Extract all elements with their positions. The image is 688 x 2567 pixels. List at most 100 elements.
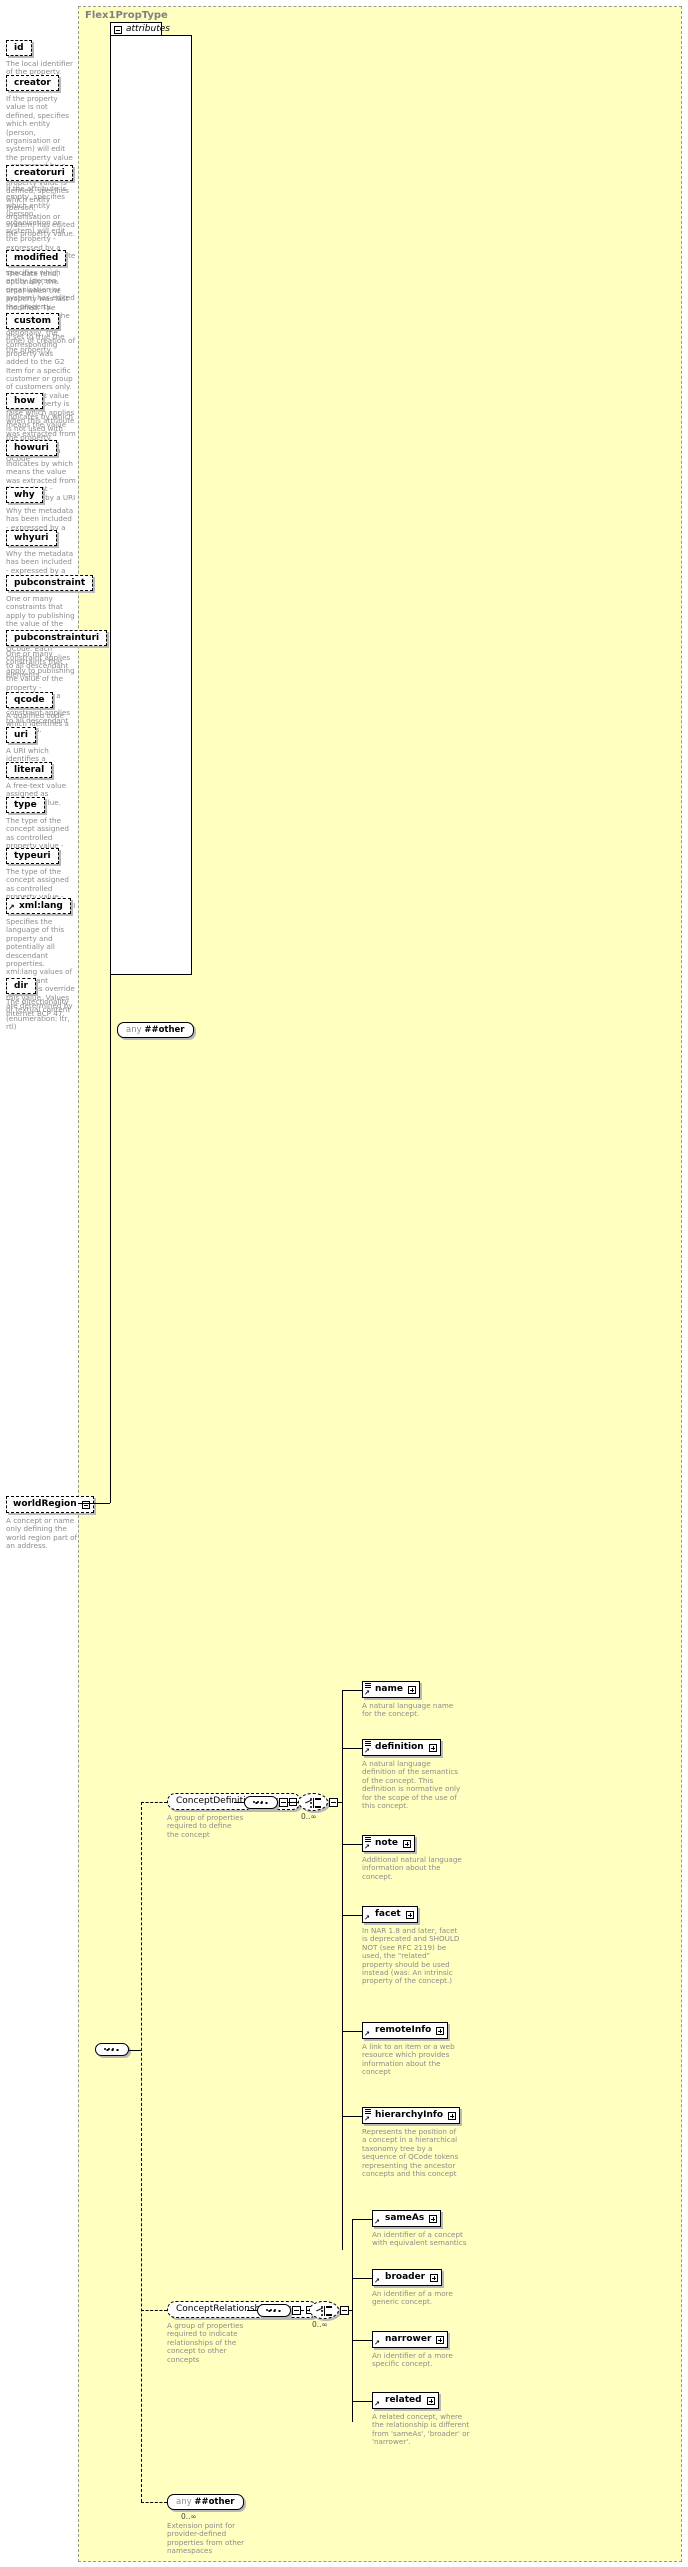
expand-icon[interactable] bbox=[430, 2273, 439, 2282]
connector-cdg-hierarchyinfo bbox=[342, 2116, 362, 2117]
toggle-cdg-seq[interactable] bbox=[279, 1798, 288, 1807]
element-definition[interactable]: ↗ definition A natural language definiti… bbox=[362, 1739, 462, 1810]
element-broader[interactable]: ↗ broader An identifier of a more generi… bbox=[372, 2269, 472, 2307]
element-chip[interactable]: ↗ name bbox=[362, 1681, 420, 1698]
element-chip[interactable]: ↗ broader bbox=[372, 2269, 443, 2286]
attribute-chip[interactable]: typeuri bbox=[6, 848, 59, 864]
connector-cdg-branch bbox=[338, 1802, 342, 1803]
connector-cdg-choice bbox=[288, 1802, 298, 1803]
element-description: A natural language name for the concept. bbox=[362, 1701, 454, 1719]
attributes-panel bbox=[110, 35, 192, 975]
sequence-dots-icon bbox=[253, 1801, 263, 1803]
attribute-chip[interactable]: type bbox=[6, 797, 45, 813]
any-keyword: any bbox=[126, 1025, 142, 1035]
choice-glyph-icon bbox=[305, 1798, 323, 1808]
element-description: An identifier of a more specific concept… bbox=[372, 2351, 453, 2369]
element-chip[interactable]: ↗ definition bbox=[362, 1739, 441, 1756]
connector-cdg-remoteinfo bbox=[342, 2031, 362, 2032]
expand-icon[interactable] bbox=[436, 2335, 445, 2344]
collapse-icon[interactable] bbox=[114, 26, 122, 34]
attribute-chip[interactable]: creatoruri bbox=[6, 165, 73, 181]
element-narrower[interactable]: ↗ narrower An identifier of a more speci… bbox=[372, 2331, 472, 2369]
connector-cdg-definition bbox=[342, 1748, 362, 1749]
collapse-icon[interactable] bbox=[81, 1500, 90, 1509]
attributes-header[interactable]: attributes bbox=[110, 22, 170, 36]
expand-icon[interactable] bbox=[407, 1685, 416, 1694]
expand-icon[interactable] bbox=[436, 2026, 445, 2035]
element-facet[interactable]: ↗ facet In NAR 1.8 and later, facet is d… bbox=[362, 1906, 462, 1986]
element-note[interactable]: ↗ note Additional natural language infor… bbox=[362, 1835, 462, 1881]
expand-icon[interactable] bbox=[426, 2396, 435, 2405]
expand-icon[interactable] bbox=[448, 2111, 457, 2120]
element-chip[interactable]: ↗ facet bbox=[362, 1906, 418, 1923]
expand-icon[interactable] bbox=[405, 1910, 414, 1919]
attribute-chip[interactable]: how bbox=[6, 393, 43, 409]
sequence-node-main[interactable] bbox=[95, 2043, 129, 2056]
attribute-chip[interactable]: modified bbox=[6, 250, 67, 266]
inherited-arrow-icon: ↗ bbox=[8, 903, 15, 912]
element-chip[interactable]: ↗ related bbox=[372, 2392, 439, 2409]
attribute-chip[interactable]: pubconstrainturi bbox=[6, 630, 108, 646]
inherited-arrow-icon: ↗ bbox=[374, 2400, 380, 2408]
attribute-id[interactable]: id The local identifier of the property. bbox=[6, 40, 76, 77]
any-other-extension[interactable]: any ##other bbox=[167, 2494, 244, 2510]
sequence-dots-icon bbox=[266, 2309, 276, 2311]
connector-to-any bbox=[141, 2502, 167, 2503]
attribute-chip[interactable]: whyuri bbox=[6, 530, 57, 546]
connector-type-vertical bbox=[110, 35, 111, 1503]
attribute-chip[interactable]: id bbox=[6, 40, 32, 56]
toggle-crg-seq[interactable] bbox=[292, 2306, 301, 2315]
element-sameas[interactable]: ↗ sameAs An identifier of a concept with… bbox=[372, 2210, 472, 2248]
element-label: remoteInfo bbox=[375, 2025, 432, 2035]
element-name[interactable]: ↗ name A natural language name for the c… bbox=[362, 1681, 462, 1719]
attribute-chip[interactable]: ↗ xml:lang bbox=[6, 898, 71, 914]
any-other-attribute[interactable]: any ##other bbox=[117, 1022, 194, 1038]
expand-icon[interactable] bbox=[428, 1743, 437, 1752]
attribute-chip[interactable]: creator bbox=[6, 75, 59, 91]
choice-node-crg[interactable] bbox=[309, 2301, 339, 2319]
connector-seq-out bbox=[129, 2050, 141, 2051]
attribute-chip[interactable]: qcode bbox=[6, 692, 53, 708]
inherited-arrow-icon: ↗ bbox=[374, 2277, 380, 2285]
attribute-description: The directionality of textual content (e… bbox=[6, 997, 71, 1032]
connector-crg-choice bbox=[301, 2310, 309, 2311]
toggle-crg-children[interactable] bbox=[340, 2306, 349, 2315]
attribute-dir[interactable]: dir The directionality of textual conten… bbox=[6, 978, 76, 1032]
attribute-chip[interactable]: why bbox=[6, 487, 43, 503]
cardinality-crg: 0..∞ bbox=[312, 2320, 328, 2329]
attribute-chip[interactable]: uri bbox=[6, 727, 36, 743]
attribute-chip[interactable]: custom bbox=[6, 313, 59, 329]
element-description: An identifier of a more generic concept. bbox=[372, 2289, 453, 2307]
sequence-node-cdg[interactable] bbox=[244, 1796, 278, 1809]
element-hierarchyinfo[interactable]: ↗ hierarchyInfo Represents the position … bbox=[362, 2107, 462, 2178]
expand-icon[interactable] bbox=[429, 2214, 438, 2223]
attribute-chip[interactable]: dir bbox=[6, 978, 36, 994]
element-chip[interactable]: ↗ hierarchyInfo bbox=[362, 2107, 461, 2124]
any-extension-description: Extension point for provider-defined pro… bbox=[167, 2521, 245, 2556]
element-chip[interactable]: worldRegion bbox=[6, 1496, 94, 1513]
element-chip[interactable]: ↗ narrower bbox=[372, 2331, 449, 2348]
connector-trunk bbox=[141, 1802, 142, 2502]
toggle-cdg-children[interactable] bbox=[329, 1798, 338, 1807]
choice-node-cdg[interactable] bbox=[298, 1793, 328, 1811]
element-chip[interactable]: ↗ sameAs bbox=[372, 2210, 442, 2227]
element-related[interactable]: ↗ related A related concept, where the r… bbox=[372, 2392, 472, 2447]
connector-cdg-facet bbox=[342, 1915, 362, 1916]
connector-crg-sameas bbox=[352, 2219, 372, 2220]
root-element-worldregion[interactable]: worldRegion A concept or name only defin… bbox=[6, 1496, 94, 1551]
sequence-node-crg[interactable] bbox=[257, 2304, 291, 2317]
element-remoteinfo[interactable]: ↗ remoteInfo A link to an item or a web … bbox=[362, 2022, 462, 2077]
element-label: worldRegion bbox=[13, 1499, 77, 1509]
element-description: A related concept, where the relationshi… bbox=[372, 2412, 470, 2447]
element-label: facet bbox=[375, 1909, 401, 1919]
attribute-chip[interactable]: howuri bbox=[6, 440, 57, 456]
cardinality-any: 0..∞ bbox=[181, 2512, 197, 2521]
attribute-chip[interactable]: literal bbox=[6, 762, 53, 778]
element-chip[interactable]: ↗ remoteInfo bbox=[362, 2022, 449, 2039]
inherited-arrow-icon: ↗ bbox=[364, 1843, 370, 1851]
expand-icon[interactable] bbox=[403, 1839, 411, 1848]
connector-crg-broader bbox=[352, 2278, 372, 2279]
element-chip[interactable]: ↗ note bbox=[362, 1835, 415, 1852]
connector-to-cdg bbox=[141, 1802, 167, 1803]
attribute-chip[interactable]: pubconstraint bbox=[6, 575, 94, 591]
